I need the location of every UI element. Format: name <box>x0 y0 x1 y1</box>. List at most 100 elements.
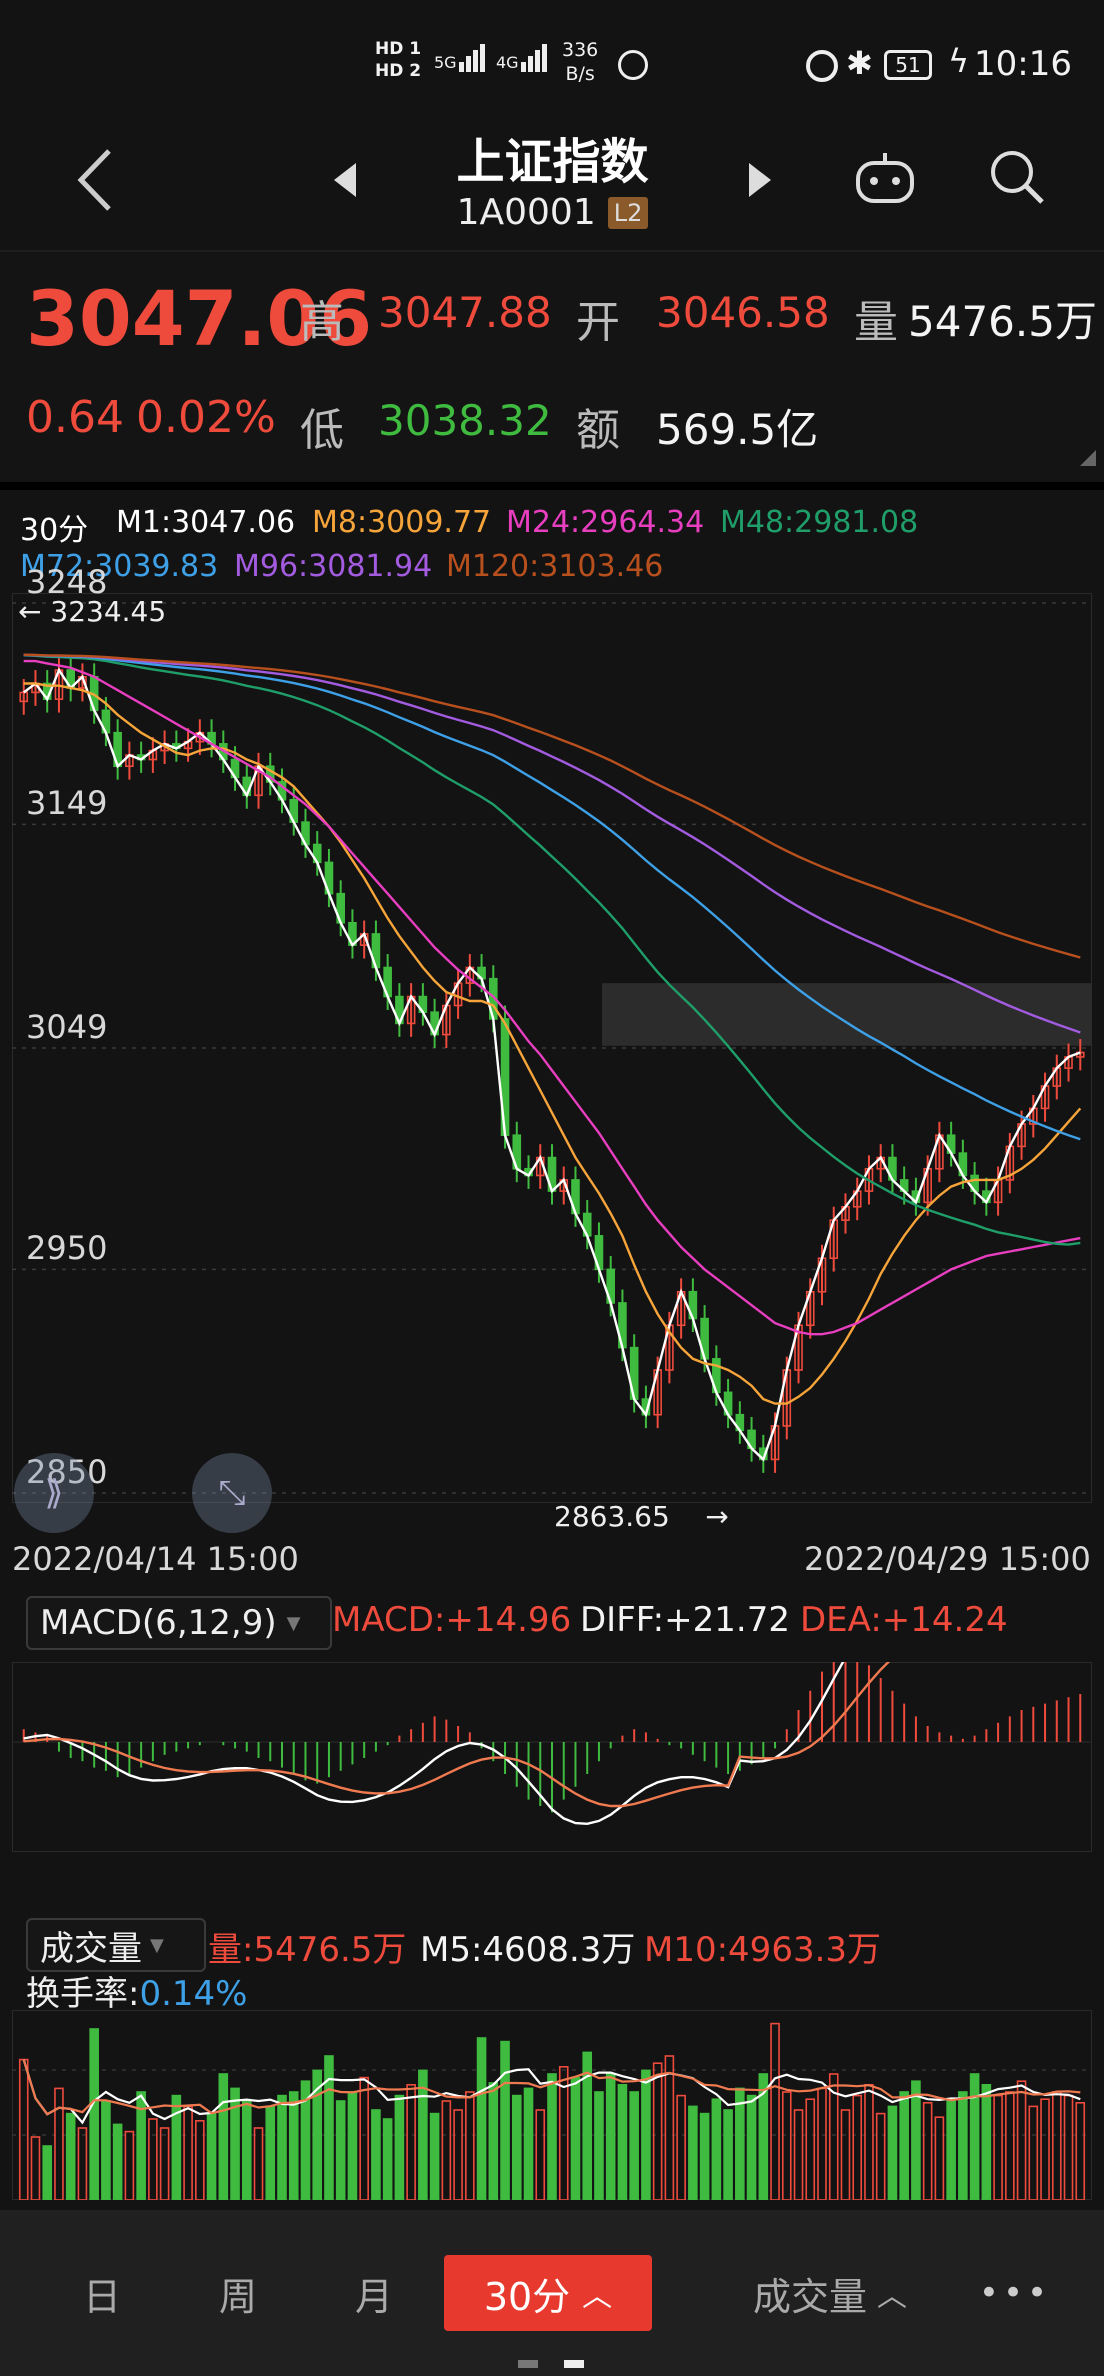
stock-code: 1A0001 <box>456 192 596 233</box>
chevron-up-icon: ︿ <box>582 2279 613 2314</box>
fullscreen-button[interactable]: ⤡ <box>192 1453 272 1533</box>
volume-bar <box>441 2100 452 2200</box>
volume-bar <box>899 2091 909 2200</box>
volume-bar <box>887 2105 898 2200</box>
volume-bar <box>840 2109 851 2200</box>
tab-day[interactable]: 日 <box>34 2255 170 2331</box>
triangle-left-icon <box>334 163 356 197</box>
prev-stock-button[interactable] <box>320 150 370 210</box>
network-speed: 336 B/s <box>562 39 599 85</box>
volume-bar <box>1063 2094 1074 2200</box>
volume-bar <box>1051 2091 1062 2200</box>
volume-bar <box>735 2087 745 2200</box>
volume-bar <box>1040 2098 1050 2200</box>
volume-bar <box>476 2037 487 2200</box>
low-value: 3038.32 <box>378 396 552 445</box>
volume-bar <box>699 2112 710 2200</box>
open-value: 3046.58 <box>656 288 830 337</box>
volume-bar <box>101 2100 111 2200</box>
ma120-legend: M120:3103.46 <box>446 549 664 584</box>
volume-bar <box>18 2058 29 2200</box>
volume-bar <box>688 2105 698 2200</box>
volume-chart[interactable] <box>12 2010 1092 2200</box>
volume-value: 5476.5万 <box>908 297 1097 346</box>
macd-panel: MACD(6,12,9) ▼ MACD:+14.96 DIFF:+21.72 D… <box>0 1580 1104 1880</box>
ma120-line <box>23 653 1081 959</box>
volume-bar <box>781 2091 792 2200</box>
robot-assistant-button[interactable] <box>850 142 920 212</box>
volume-bar <box>1016 2080 1027 2200</box>
dropdown-caret-icon: ▼ <box>150 1934 164 1956</box>
quote-panel: 3047.06 0.64 0.02% 高 3047.88 开 3046.58 量… <box>0 250 1104 490</box>
volume-panel: 成交量 ▼ 量:5476.5万 M5:4608.3万 M10:4963.3万 换… <box>0 1900 1104 2210</box>
volume-bar <box>218 2073 229 2200</box>
clock: 10:16 <box>974 44 1072 84</box>
network-indicator: HD 1 HD 2 <box>375 39 422 81</box>
low-label: 低 <box>300 405 344 456</box>
stock-code-row: 1A0001 L2 <box>380 192 725 233</box>
volume-bar <box>30 2136 41 2200</box>
macd-selector[interactable]: MACD(6,12,9) ▼ <box>26 1596 332 1650</box>
back-arrow-icon <box>77 149 111 211</box>
signal-5g-icon: 5G <box>434 44 485 72</box>
y-tick-label: 3149 <box>26 784 108 823</box>
ma8-legend: M8:3009.77 <box>312 505 492 540</box>
volume-bar <box>617 2084 628 2200</box>
shield-hand-icon <box>618 50 648 80</box>
alarm-icon <box>806 50 838 82</box>
volume-now: 量:5476.5万 <box>208 1930 407 1970</box>
volume-bar <box>594 2091 604 2200</box>
expand-corner-icon[interactable] <box>1080 450 1096 466</box>
volume-bar <box>406 2084 416 2200</box>
next-stock-button[interactable] <box>735 150 785 210</box>
ma96-line <box>23 653 1081 1034</box>
volume-bar <box>511 2094 522 2200</box>
level2-badge: L2 <box>607 196 649 229</box>
volume-bar <box>793 2109 804 2200</box>
volume-bar <box>1075 2102 1086 2200</box>
tab-30min[interactable]: 30分 ︿ <box>444 2255 652 2331</box>
page-title: 上证指数 <box>456 134 649 190</box>
volume-bar <box>629 2091 639 2200</box>
page-indicator-dot <box>518 2360 538 2368</box>
tab-week[interactable]: 周 <box>170 2255 306 2331</box>
collapse-panel-button[interactable]: ⟫ <box>14 1453 94 1533</box>
volume-m5: M5:4608.3万 <box>420 1930 636 1970</box>
price-band <box>602 983 1092 1046</box>
volume-m10: M10:4963.3万 <box>644 1930 882 1970</box>
volume-selector[interactable]: 成交量 ▼ <box>26 1918 206 1972</box>
volume-bar <box>641 2069 651 2200</box>
amount-label: 额 <box>576 405 620 456</box>
volume-bar <box>746 2094 757 2200</box>
y-tick-label: 3049 <box>26 1008 108 1046</box>
volume-bar <box>77 2127 88 2200</box>
period-high-label: ← 3234.45 <box>18 595 167 628</box>
tab-month[interactable]: 月 <box>306 2255 442 2331</box>
price-change: 0.64 <box>26 392 124 443</box>
ma48-legend: M48:2981.08 <box>720 505 919 540</box>
search-button[interactable] <box>982 142 1052 212</box>
price-change-pct: 0.02% <box>136 392 276 443</box>
robot-icon <box>856 153 914 203</box>
volume-label: 量 <box>854 297 898 348</box>
tab-indicator[interactable]: 成交量 ︿ <box>730 2255 930 2331</box>
more-button[interactable]: ••• <box>960 2255 1070 2331</box>
macd-chart[interactable] <box>12 1662 1092 1852</box>
volume-bar <box>500 2040 510 2200</box>
volume-bar <box>676 2094 686 2200</box>
volume-bar <box>124 2130 135 2200</box>
triangle-right-icon <box>749 163 771 197</box>
amount-value: 569.5亿 <box>656 405 819 454</box>
volume-bar <box>394 2094 405 2200</box>
dropdown-caret-icon: ▼ <box>286 1612 301 1634</box>
volume-bar <box>1005 2091 1015 2200</box>
volume-bar <box>465 2091 475 2200</box>
volume-bar <box>89 2028 99 2200</box>
volume-bar <box>65 2112 76 2200</box>
volume-bar <box>969 2073 980 2200</box>
chevron-up-icon: ︿ <box>877 2279 907 2314</box>
kline-chart[interactable] <box>12 593 1092 1503</box>
back-button[interactable] <box>60 140 130 220</box>
nav-bar: 上证指数 1A0001 L2 <box>0 100 1104 250</box>
volume-bar <box>993 2094 1003 2200</box>
